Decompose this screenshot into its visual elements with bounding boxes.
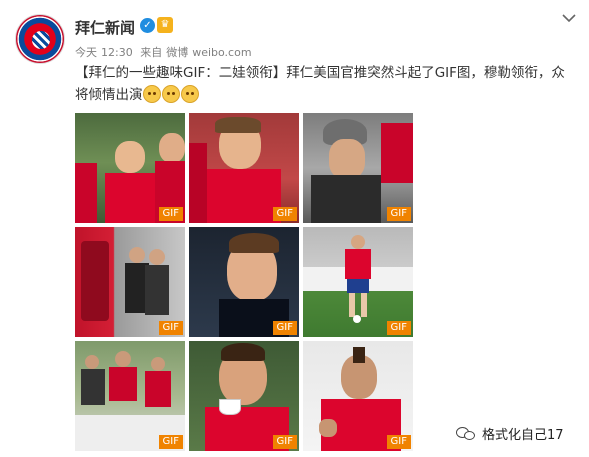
gif-thumbnail[interactable]: GIF <box>75 227 185 337</box>
gif-thumbnail[interactable]: GIF <box>75 341 185 451</box>
doge-emoji-icon <box>180 85 199 103</box>
post-content: 【拜仁的一些趣味GIF：二娃领衔】拜仁美国官推突然斗起了GIF图，穆勒领衔，众将… <box>75 62 570 106</box>
source-name[interactable]: 微博 <box>166 46 188 59</box>
gif-badge: GIF <box>386 435 411 449</box>
gif-thumbnail[interactable]: GIF <box>189 227 299 337</box>
gif-badge: GIF <box>272 435 297 449</box>
gif-badge: GIF <box>386 207 411 221</box>
gif-badge: GIF <box>158 321 183 335</box>
post-meta: 今天 12:30 来自 微博 weibo.com <box>75 44 256 60</box>
account-name[interactable]: 拜仁新闻 <box>75 17 135 38</box>
gif-thumbnail[interactable]: GIF <box>303 341 413 451</box>
gif-badge: GIF <box>272 207 297 221</box>
gif-thumbnail[interactable]: GIF <box>303 227 413 337</box>
wechat-icon <box>456 427 478 441</box>
verified-v-icon: ✓ <box>140 18 155 33</box>
avatar[interactable] <box>15 14 65 64</box>
doge-emoji-icon <box>142 85 161 103</box>
source-prefix: 来自 <box>140 46 163 59</box>
gif-thumbnail[interactable]: GIF <box>189 341 299 451</box>
gif-grid: GIF GIF GIF GIF GIF GIF GIF GIF GIF <box>75 113 413 451</box>
watermark-text: 格式化自己17 <box>482 428 564 443</box>
source-site: weibo.com <box>192 46 252 59</box>
doge-emoji-icon <box>161 85 180 103</box>
post-time[interactable]: 12:30 <box>101 46 133 59</box>
weibo-post-card: 拜仁新闻 ✓ ♛ 今天 12:30 来自 微博 weibo.com 【拜仁的一些趣味G… <box>0 0 589 457</box>
vip-badge-icon[interactable]: ♛ <box>157 17 173 33</box>
gif-badge: GIF <box>386 321 411 335</box>
chevron-down-icon[interactable] <box>562 12 576 26</box>
gif-badge: GIF <box>158 435 183 449</box>
gif-thumbnail[interactable]: GIF <box>189 113 299 223</box>
watermark: 格式化自己17 <box>456 424 564 443</box>
gif-badge: GIF <box>158 207 183 221</box>
gif-thumbnail[interactable]: GIF <box>303 113 413 223</box>
gif-thumbnail[interactable]: GIF <box>75 113 185 223</box>
post-date[interactable]: 今天 <box>75 46 97 59</box>
gif-badge: GIF <box>272 321 297 335</box>
